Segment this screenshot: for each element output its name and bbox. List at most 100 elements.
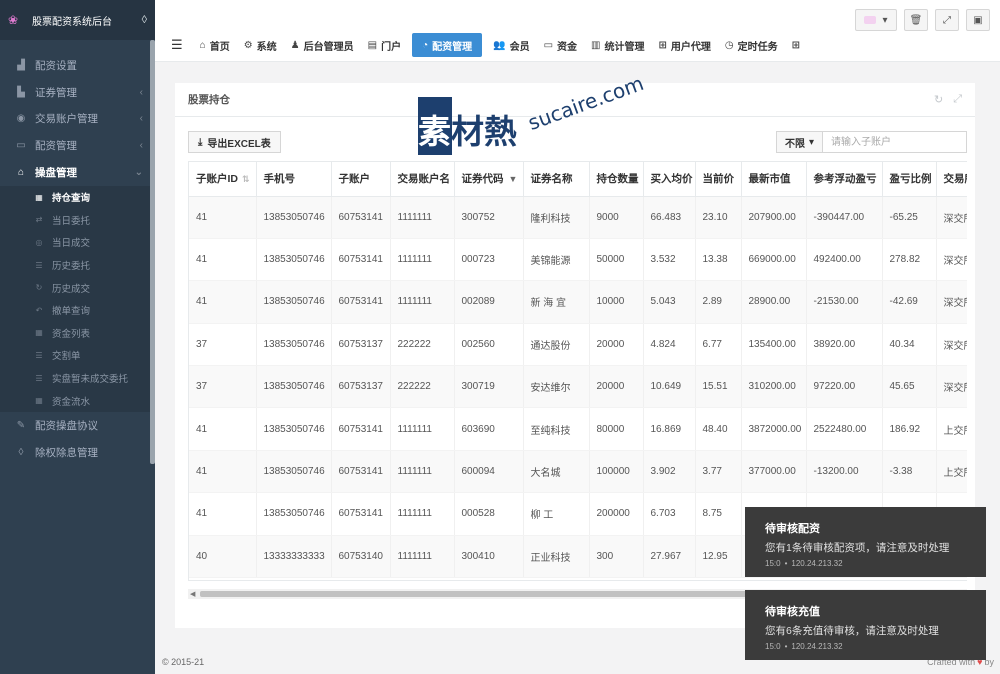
column-header-stock-code[interactable]: 证券代码 ▼ <box>454 162 524 197</box>
fullscreen-button[interactable]: ⤢ <box>935 9 959 31</box>
toast-notification[interactable]: 待审核配资 您有1条待审核配资项，请注意及时处理 15:0 • 120.24.2… <box>745 507 986 577</box>
filter-icon[interactable]: ▼ <box>509 174 518 184</box>
table-header-row: 子账户ID ⇅ 手机号 子账户 交易账户名 证券代码 ▼ 证券名称 持仓数量 买入均… <box>189 162 967 197</box>
table-cell: 6.703 <box>643 492 696 536</box>
refresh-icon[interactable]: ↻ <box>934 93 943 106</box>
sidebar-subitem-history-orders[interactable]: ☰ 历史委托 <box>0 254 155 277</box>
filter-select[interactable]: 不限 ▾ <box>775 131 823 153</box>
sidebar-brand[interactable]: ❀ 股票配资系统后台 ◊ <box>0 0 155 40</box>
column-header-avg-price: 买入均价 <box>643 162 696 197</box>
table-row[interactable]: 41 13853050746 60753141 1111111 000723 美锦能源 50… <box>189 238 967 282</box>
sidebar-item-peizi-management[interactable]: ▭ 配资管理 ‹ <box>0 132 155 159</box>
table-cell: 2522480.00 <box>806 407 883 451</box>
nav-admins[interactable]: ♟ 后台管理员 <box>284 33 361 57</box>
nav-scheduled-tasks[interactable]: ◷ 定时任务 <box>718 33 785 57</box>
sitemap-icon: ⊞ <box>658 39 667 51</box>
table-cell: 41 <box>189 407 257 451</box>
table-cell: 41 <box>189 450 257 494</box>
nav-label: 系统 <box>256 41 277 53</box>
table-cell: 603690 <box>454 407 524 451</box>
table-cell: -3.38 <box>882 450 937 494</box>
column-header-subaccount-id[interactable]: 子账户ID ⇅ <box>189 162 257 197</box>
export-excel-button[interactable]: ⤓ 导出EXCEL表 <box>188 131 281 153</box>
scroll-left-icon[interactable]: ◀ <box>190 590 195 598</box>
sub-account-search-input[interactable] <box>823 131 967 153</box>
table-cell: 13.38 <box>695 238 742 282</box>
nav-agents[interactable]: ⊞ 用户代理 <box>652 33 718 57</box>
sidebar-subitem-cancel-query[interactable]: ↶ 撤单查询 <box>0 299 155 322</box>
user-circle-icon: ◉ <box>16 113 26 125</box>
nav-members[interactable]: 👥 会员 <box>486 33 536 57</box>
sidebar-subitem-history-trades[interactable]: ↻ 历史成交 <box>0 276 155 299</box>
nav-funds[interactable]: ▭ 资金 <box>537 33 584 57</box>
table-cell: 1111111 <box>390 450 455 494</box>
toast-time: 15:0 <box>765 559 781 568</box>
list-icon: ☰ <box>35 260 43 270</box>
table-cell: 1111111 <box>390 535 455 579</box>
table-cell: 000528 <box>454 492 524 536</box>
table-cell: 278.82 <box>882 238 937 282</box>
table-cell: 186.92 <box>882 407 937 451</box>
nav-label: 首页 <box>209 41 230 53</box>
toast-message: 您有6条充值待审核，请注意及时处理 <box>765 625 939 637</box>
table-cell: 美锦能源 <box>523 238 590 282</box>
scroll-thumb[interactable] <box>200 591 760 597</box>
sidebar-item-label: 配资设置 <box>35 59 77 72</box>
table-cell: 1111111 <box>390 407 455 451</box>
user-menu-button[interactable]: ▾ <box>855 9 897 31</box>
sidebar-subitem-today-trades[interactable]: ◎ 当日成交 <box>0 231 155 254</box>
sidebar-item-trading-management[interactable]: ⌂ 操盘管理 ⌄ <box>0 159 155 186</box>
nav-label: 统计管理 <box>604 41 645 53</box>
sidebar: ❀ 股票配资系统后台 ◊ ▟ 配资设置 ▙ 证券管理 ‹ ◉ 交易账户管理 ‹ … <box>0 0 155 674</box>
sidebar-subitem-positions[interactable]: ▦ 持仓查询 <box>0 186 155 209</box>
column-header-label: 买入均价 <box>650 173 693 186</box>
sort-icon[interactable]: ⇅ <box>242 174 250 184</box>
table-row[interactable]: 41 13853050746 60753141 1111111 002089 新 海 宜1… <box>189 280 967 324</box>
sidebar-item-peizi-settings[interactable]: ▟ 配资设置 <box>0 52 155 79</box>
expand-icon[interactable]: ⤢ <box>953 93 962 106</box>
table-row[interactable]: 41 13853050746 60753141 1111111 600094 大名城 100… <box>189 450 967 494</box>
sidebar-item-ex-rights[interactable]: ◊ 除权除息管理 <box>0 439 155 466</box>
table-cell: 13853050746 <box>256 196 332 239</box>
table-cell: -390447.00 <box>806 196 883 239</box>
sidebar-item-trade-accounts[interactable]: ◉ 交易账户管理 ‹ <box>0 106 155 133</box>
nav-home[interactable]: ⌂ 首页 <box>193 33 237 57</box>
delete-cache-button[interactable]: 🗑 <box>904 9 928 31</box>
sidebar-item-label: 配资管理 <box>35 140 77 153</box>
table-cell: 1111111 <box>390 238 455 282</box>
table-row[interactable]: 37 13853050746 60753137 222222 002560 通达股份 200… <box>189 323 967 367</box>
table-cell: 10000 <box>589 280 644 324</box>
table-row[interactable]: 41 13853050746 60753141 1111111 300752 隆利科技 90… <box>189 196 967 239</box>
column-header-current-price: 当前价 <box>695 162 742 197</box>
sidebar-subitem-settlement[interactable]: ☰ 交割单 <box>0 344 155 367</box>
sidebar-subitem-funds-list[interactable]: ▦ 资金列表 <box>0 322 155 345</box>
nav-portal[interactable]: ▤ 门户 <box>361 33 408 57</box>
table-cell: 13853050746 <box>256 450 332 494</box>
sidebar-subitem-pending-orders[interactable]: ☰ 实盘暂未成交委托 <box>0 367 155 390</box>
table-row[interactable]: 37 13853050746 60753137 222222 300719 安达维尔 200… <box>189 365 967 409</box>
column-header-label: 当前价 <box>702 173 735 186</box>
nav-system[interactable]: ⚙ 系统 <box>237 33 284 57</box>
table-cell: 13333333333 <box>256 535 332 579</box>
watermark: 素材熱 sucaire.com <box>418 71 663 162</box>
table-cell: 上交所 <box>936 407 967 451</box>
sidebar-subitem-today-orders[interactable]: ⇄ 当日委托 <box>0 209 155 232</box>
top-controls: ▾ 🗑 ⤢ ▣ <box>855 9 990 31</box>
nav-peizi-management[interactable]: ◔ 配资管理 <box>412 33 483 57</box>
settings-button[interactable]: ▣ <box>966 9 990 31</box>
table-row[interactable]: 41 13853050746 60753141 1111111 603690 至纯科技 80… <box>189 407 967 451</box>
column-header-subaccount: 子账户 <box>331 162 391 197</box>
toast-notification[interactable]: 待审核充值 您有6条充值待审核，请注意及时处理 15:0 • 120.24.21… <box>745 590 986 660</box>
download-icon: ⤓ <box>198 136 203 148</box>
nav-apps-grid[interactable]: ⊞ <box>785 33 807 57</box>
sidebar-item-securities[interactable]: ▙ 证券管理 ‹ <box>0 79 155 106</box>
column-header-label: 证券代码 <box>461 173 504 186</box>
sidebar-subitem-fund-flow[interactable]: ▦ 资金流水 <box>0 389 155 412</box>
sidebar-item-agreement[interactable]: ✎ 配资操盘协议 <box>0 412 155 439</box>
menu-toggle-button[interactable]: ☰ <box>167 33 193 57</box>
column-header-market-value: 最新市值 <box>741 162 807 197</box>
nav-statistics[interactable]: ▥ 统计管理 <box>584 33 651 57</box>
drop-icon[interactable]: ◊ <box>142 14 147 26</box>
column-header-label: 子账户 <box>338 173 371 186</box>
table-cell: 222222 <box>390 365 455 409</box>
